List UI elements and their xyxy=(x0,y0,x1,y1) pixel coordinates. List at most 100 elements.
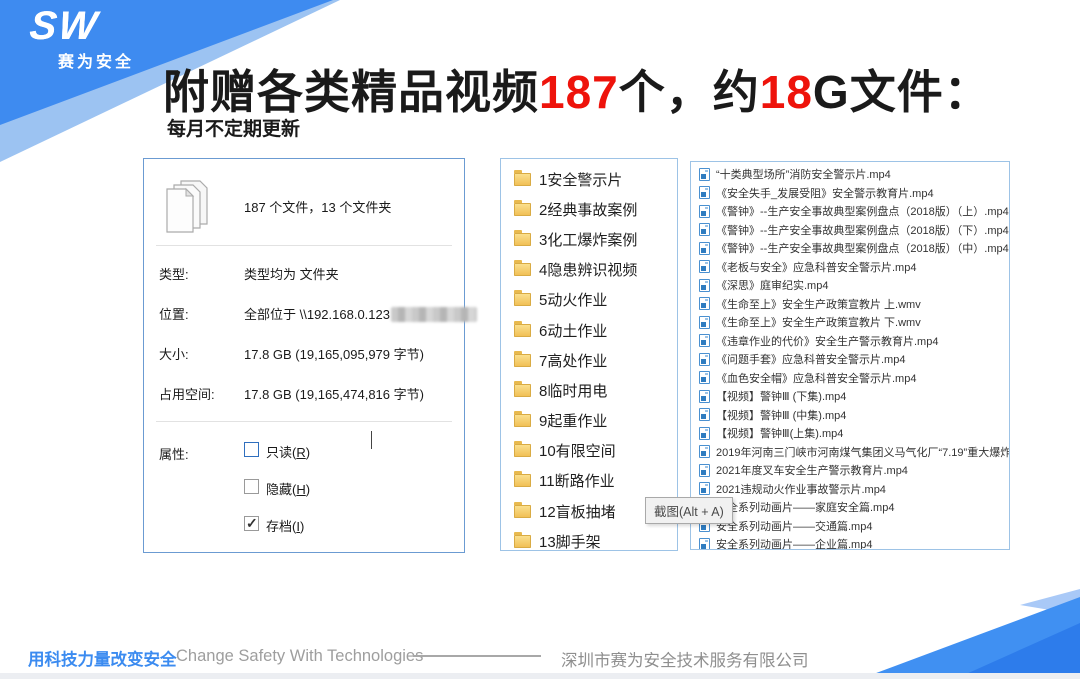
folder-icon xyxy=(514,474,531,487)
file-name: 《生命至上》安全生产政策宣教片 上.wmv xyxy=(716,296,921,312)
page-subtitle: 每月不定期更新 xyxy=(167,114,300,141)
folder-name: 10有限空间 xyxy=(539,440,616,461)
folder-item[interactable]: 10有限空间 xyxy=(501,436,677,466)
video-file-icon xyxy=(699,390,710,403)
folder-icon xyxy=(514,233,531,246)
folder-icon xyxy=(514,384,531,397)
dialog-rows: 类型:类型均为 文件夹位置:全部位于 \\192.168.0.123大小:17.… xyxy=(159,264,456,424)
folder-item[interactable]: 8临时用电 xyxy=(501,375,677,405)
folder-name: 6动土作业 xyxy=(539,320,607,341)
dialog-property-row: 大小:17.8 GB (19,165,095,979 字节) xyxy=(159,344,456,384)
folder-name: 4隐患辨识视频 xyxy=(539,259,637,280)
file-item[interactable]: 《问题手套》应急科普安全警示片.mp4 xyxy=(691,350,1009,369)
file-item[interactable]: 《违章作业的代价》安全生产警示教育片.mp4 xyxy=(691,332,1009,351)
file-item[interactable]: 《深思》庭审纪实.mp4 xyxy=(691,276,1009,295)
checkbox-row[interactable]: 存档(I) xyxy=(244,516,310,553)
file-item[interactable]: 《警钟》--生产安全事故典型案例盘点（2018版）（上）.mp4 xyxy=(691,202,1009,221)
folder-item[interactable]: 9起重作业 xyxy=(501,406,677,436)
properties-dialog: 187 个文件，13 个文件夹 类型:类型均为 文件夹位置:全部位于 \\192… xyxy=(143,158,465,553)
dialog-summary: 187 个文件，13 个文件夹 xyxy=(244,197,391,216)
property-label: 大小: xyxy=(159,344,244,363)
folder-item[interactable]: 7高处作业 xyxy=(501,345,677,375)
folder-icon xyxy=(514,203,531,216)
video-file-icon xyxy=(699,297,710,310)
checkbox-row[interactable]: 只读(R) xyxy=(244,442,310,479)
file-item[interactable]: 【视频】警钟Ⅲ(上集).mp4 xyxy=(691,424,1009,443)
brand-logo: SW 赛为安全 xyxy=(30,6,134,72)
dialog-property-row: 类型:类型均为 文件夹 xyxy=(159,264,456,304)
title-segment: 附赠各类精品视频 xyxy=(163,66,539,118)
attributes-checkbox-group: 只读(R)隐藏(H)存档(I) xyxy=(244,442,310,553)
folder-item[interactable]: 4隐患辨识视频 xyxy=(501,255,677,285)
file-name: 【视频】警钟Ⅲ (下集).mp4 xyxy=(716,388,846,404)
file-item[interactable]: 2021违规动火作业事故警示片.mp4 xyxy=(691,480,1009,499)
folder-icon xyxy=(514,414,531,427)
checkbox-row[interactable]: 隐藏(H) xyxy=(244,479,310,516)
file-name: 《问题手套》应急科普安全警示片.mp4 xyxy=(716,351,905,367)
folder-item[interactable]: 11断路作业 xyxy=(501,466,677,496)
folder-icon xyxy=(514,354,531,367)
video-file-icon xyxy=(699,427,710,440)
file-item[interactable]: “十类典型场所”消防安全警示片.mp4 xyxy=(691,165,1009,184)
file-item[interactable]: 《安全失手_发展受阻》安全警示教育片.mp4 xyxy=(691,184,1009,203)
file-item[interactable]: 《生命至上》安全生产政策宣教片 上.wmv xyxy=(691,295,1009,314)
slide-canvas: SW 赛为安全 附赠各类精品视频187个，约18G文件： 每月不定期更新 187… xyxy=(0,0,1080,679)
folder-name: 2经典事故案例 xyxy=(539,199,637,220)
file-name: 2019年河南三门峡市河南煤气集团义马气化厂“7.19”重大爆炸事故.mp4 xyxy=(716,444,1010,460)
file-item[interactable]: 《警钟》--生产安全事故典型案例盘点（2018版）（中）.mp4 xyxy=(691,239,1009,258)
folder-icon xyxy=(514,505,531,518)
folder-item[interactable]: 3化工爆炸案例 xyxy=(501,224,677,254)
folder-item[interactable]: 5动火作业 xyxy=(501,285,677,315)
property-label: 位置: xyxy=(159,304,244,323)
file-item[interactable]: 安全系列动画片——交通篇.mp4 xyxy=(691,517,1009,536)
folder-item[interactable]: 2经典事故案例 xyxy=(501,194,677,224)
checkbox-checked-icon[interactable] xyxy=(244,516,259,531)
title-segment: 187 xyxy=(539,66,619,118)
text-caret xyxy=(371,431,372,449)
file-name: 安全系列动画片——企业篇.mp4 xyxy=(716,536,872,550)
video-file-icon xyxy=(699,445,710,458)
property-value: 17.8 GB (19,165,474,816 字节) xyxy=(244,387,424,402)
file-item[interactable]: 安全系列动画片——家庭安全篇.mp4 xyxy=(691,498,1009,517)
checkbox-icon[interactable] xyxy=(244,442,259,457)
folder-icon xyxy=(514,324,531,337)
bottom-strip xyxy=(0,673,1080,679)
checkbox-label: 存档(I) xyxy=(266,516,304,535)
brand-logo-label: 赛为安全 xyxy=(58,48,134,72)
footer-corner-decoration xyxy=(855,589,1080,679)
folder-item[interactable]: 13脚手架 xyxy=(501,526,677,556)
title-segment: 个，约 xyxy=(619,66,760,118)
file-item[interactable]: 《生命至上》安全生产政策宣教片 下.wmv xyxy=(691,313,1009,332)
file-name: 《生命至上》安全生产政策宣教片 下.wmv xyxy=(716,314,921,330)
video-file-icon xyxy=(699,223,710,236)
file-item[interactable]: 《血色安全帽》应急科普安全警示片.mp4 xyxy=(691,369,1009,388)
file-name: 2021年度叉车安全生产警示教育片.mp4 xyxy=(716,462,908,478)
file-item[interactable]: 【视频】警钟Ⅲ (下集).mp4 xyxy=(691,387,1009,406)
file-item[interactable]: 2021年度叉车安全生产警示教育片.mp4 xyxy=(691,461,1009,480)
file-item[interactable]: 【视频】警钟Ⅲ (中集).mp4 xyxy=(691,406,1009,425)
folder-item[interactable]: 1安全警示片 xyxy=(501,164,677,194)
file-name: “十类典型场所”消防安全警示片.mp4 xyxy=(716,166,891,182)
property-value: 全部位于 \\192.168.0.123 xyxy=(244,307,390,322)
video-file-icon xyxy=(699,408,710,421)
folder-item[interactable]: 6动土作业 xyxy=(501,315,677,345)
folder-icon xyxy=(514,263,531,276)
file-name: 《警钟》--生产安全事故典型案例盘点（2018版）（上）.mp4 xyxy=(716,203,1009,219)
folder-name: 13脚手架 xyxy=(539,531,601,552)
folder-icon xyxy=(514,535,531,548)
file-item[interactable]: 2019年河南三门峡市河南煤气集团义马气化厂“7.19”重大爆炸事故.mp4 xyxy=(691,443,1009,462)
checkbox-icon[interactable] xyxy=(244,479,259,494)
redacted-blur-box xyxy=(391,307,477,322)
file-item[interactable]: 安全系列动画片——企业篇.mp4 xyxy=(691,535,1009,550)
file-name: 《安全失手_发展受阻》安全警示教育片.mp4 xyxy=(716,185,934,201)
file-name: 《血色安全帽》应急科普安全警示片.mp4 xyxy=(716,370,916,386)
folder-name: 7高处作业 xyxy=(539,350,607,371)
file-item[interactable]: 《警钟》--生产安全事故典型案例盘点（2018版）（下）.mp4 xyxy=(691,221,1009,240)
folder-name: 8临时用电 xyxy=(539,380,607,401)
folder-name: 3化工爆炸案例 xyxy=(539,229,637,250)
file-item[interactable]: 《老板与安全》应急科普安全警示片.mp4 xyxy=(691,258,1009,277)
property-value: 类型均为 文件夹 xyxy=(244,267,339,282)
video-file-icon xyxy=(699,205,710,218)
folder-name: 11断路作业 xyxy=(539,470,615,491)
file-name: 【视频】警钟Ⅲ (中集).mp4 xyxy=(716,407,846,423)
